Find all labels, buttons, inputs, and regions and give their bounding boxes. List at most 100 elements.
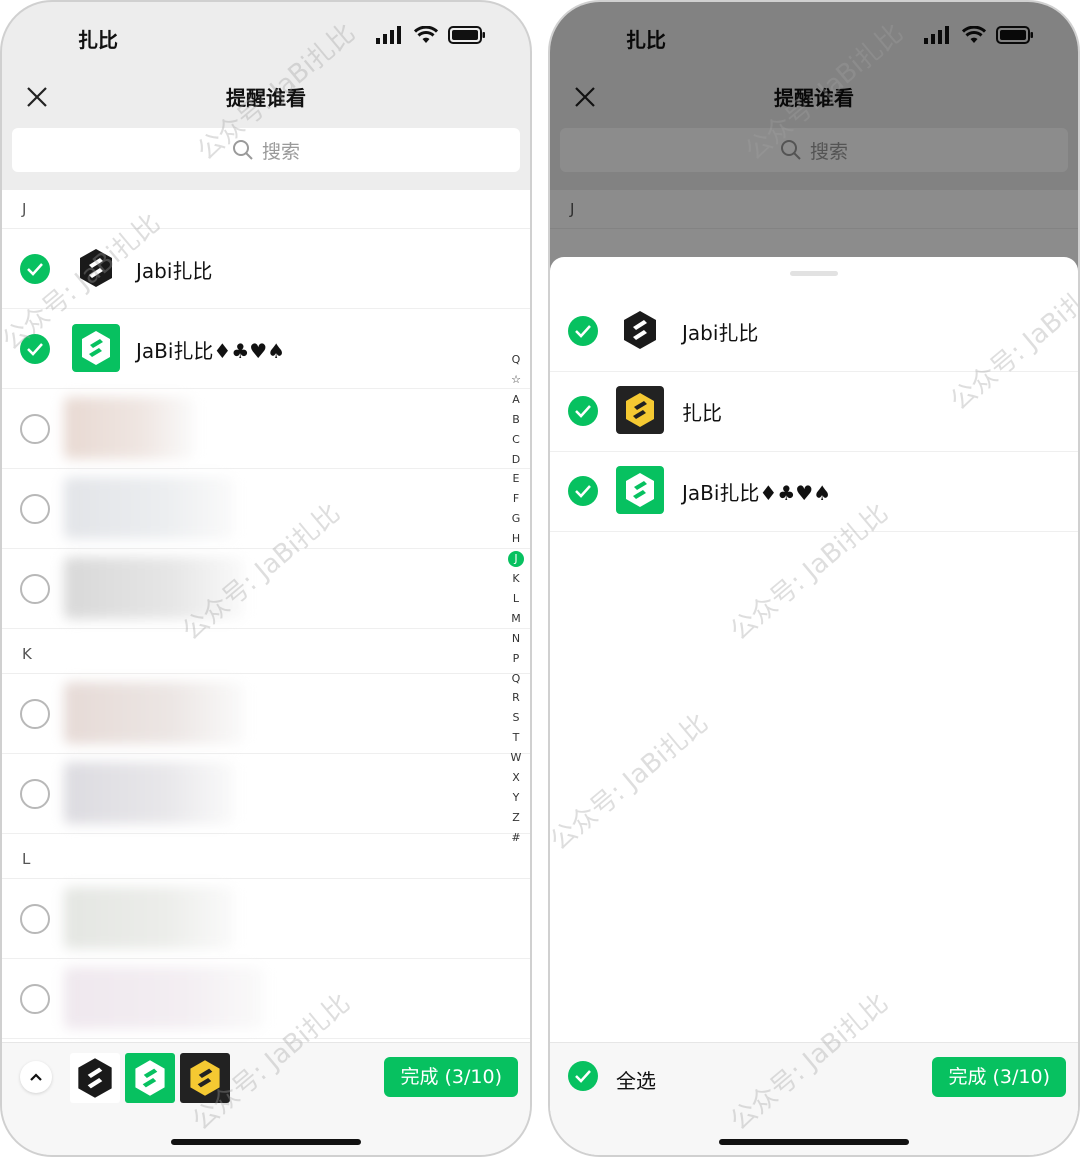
- page-title: 提醒谁看: [226, 86, 306, 110]
- blurred-contact: [64, 967, 264, 1029]
- checkbox-unchecked[interactable]: [20, 699, 50, 729]
- checkbox-unchecked[interactable]: [20, 984, 50, 1014]
- index-letter[interactable]: C: [508, 430, 524, 450]
- select-all-label[interactable]: 全选: [616, 1065, 656, 1094]
- drag-handle[interactable]: [790, 271, 838, 276]
- jabi-logo-yellow-icon: [180, 1053, 230, 1103]
- done-button[interactable]: 完成 (3/10): [384, 1057, 518, 1097]
- section-header-l: L: [2, 834, 530, 879]
- avatar-jabi-green: [616, 466, 664, 514]
- jabi-logo-yellow-icon: [616, 386, 664, 434]
- jabi-logo-green-icon: [125, 1053, 175, 1103]
- checkbox-checked[interactable]: [568, 396, 598, 426]
- contact-list[interactable]: J Jabi扎比 JaBi扎比♦♣♥♠ K L: [2, 190, 530, 1045]
- index-letter[interactable]: Z: [508, 808, 524, 828]
- selected-avatar-jabi-green[interactable]: [125, 1053, 175, 1103]
- home-indicator: [171, 1139, 361, 1145]
- index-letter[interactable]: T: [508, 728, 524, 748]
- contact-row-blurred[interactable]: [2, 959, 530, 1039]
- index-letter[interactable]: X: [508, 768, 524, 788]
- jabi-logo-dark-icon: [72, 244, 120, 292]
- index-letter[interactable]: A: [508, 390, 524, 410]
- blurred-contact: [64, 682, 244, 744]
- checkbox-checked[interactable]: [568, 476, 598, 506]
- selected-row[interactable]: 扎比: [550, 371, 1078, 452]
- index-letter[interactable]: Q: [508, 669, 524, 689]
- select-all-checkbox[interactable]: [568, 1061, 598, 1091]
- selected-row[interactable]: Jabi扎比: [550, 291, 1078, 372]
- checkbox-unchecked[interactable]: [20, 904, 50, 934]
- search-input[interactable]: 搜索: [12, 128, 520, 172]
- selected-avatar-jabi-dark[interactable]: [70, 1053, 120, 1103]
- avatar-jabi-yellow: [616, 386, 664, 434]
- index-letter[interactable]: ☆: [508, 370, 524, 390]
- right-phone-screen: 扎比 提醒谁看 搜索 J Jabi扎比 扎比 JaBi扎比♦♣♥♠ 全选 完成 …: [548, 0, 1080, 1157]
- expand-selection-button[interactable]: [20, 1061, 52, 1093]
- jabi-logo-dark-icon: [70, 1053, 120, 1103]
- blurred-contact: [64, 477, 234, 539]
- index-letter[interactable]: H: [508, 529, 524, 549]
- index-letter[interactable]: B: [508, 410, 524, 430]
- contact-row-blurred[interactable]: [2, 389, 530, 469]
- sheet-bottom-bar: 全选 完成 (3/10): [550, 1042, 1078, 1155]
- selection-bar: 完成 (3/10): [2, 1042, 530, 1155]
- index-letter[interactable]: L: [508, 589, 524, 609]
- checkbox-checked[interactable]: [20, 334, 50, 364]
- index-letter[interactable]: S: [508, 708, 524, 728]
- checkbox-unchecked[interactable]: [20, 574, 50, 604]
- contact-row[interactable]: Jabi扎比: [2, 229, 530, 309]
- search-placeholder: 搜索: [261, 140, 300, 163]
- contact-name: 扎比: [682, 401, 722, 425]
- battery-icon: [448, 26, 485, 44]
- section-header-j: J: [2, 190, 530, 229]
- dim-overlay[interactable]: [550, 2, 1078, 272]
- index-letter[interactable]: W: [508, 748, 524, 768]
- contact-name: Jabi扎比: [136, 259, 213, 283]
- index-letter[interactable]: M: [508, 609, 524, 629]
- contact-row-blurred[interactable]: [2, 549, 530, 629]
- contact-name: Jabi扎比: [682, 321, 759, 345]
- checkbox-checked[interactable]: [568, 316, 598, 346]
- jabi-logo-green-icon: [616, 466, 664, 514]
- checkbox-unchecked[interactable]: [20, 494, 50, 524]
- status-bar: 扎比: [2, 2, 530, 72]
- nav-bar: 提醒谁看: [2, 72, 530, 122]
- home-indicator: [719, 1139, 909, 1145]
- contact-row-blurred[interactable]: [2, 879, 530, 959]
- contact-row[interactable]: JaBi扎比♦♣♥♠: [2, 309, 530, 389]
- index-letter[interactable]: D: [508, 450, 524, 470]
- alphabet-index[interactable]: Q ☆ A B C D E F G H J K L M N P Q R S T W X Y Z #: [508, 350, 524, 848]
- index-letter[interactable]: Y: [508, 788, 524, 808]
- contact-row-blurred[interactable]: [2, 469, 530, 549]
- index-letter[interactable]: P: [508, 649, 524, 669]
- index-letter[interactable]: F: [508, 489, 524, 509]
- blurred-contact: [64, 762, 234, 824]
- status-carrier-name: 扎比: [78, 28, 118, 52]
- index-letter[interactable]: Q: [508, 350, 524, 370]
- wifi-icon: [414, 26, 438, 43]
- index-letter[interactable]: N: [508, 629, 524, 649]
- jabi-logo-dark-icon: [616, 306, 664, 354]
- index-letter[interactable]: R: [508, 688, 524, 708]
- avatar-jabi-green: [72, 324, 120, 372]
- contact-row-blurred[interactable]: [2, 754, 530, 834]
- index-letter[interactable]: E: [508, 469, 524, 489]
- index-letter[interactable]: J: [508, 549, 524, 569]
- checkbox-unchecked[interactable]: [20, 779, 50, 809]
- avatar-jabi-dark: [72, 244, 120, 292]
- checkbox-unchecked[interactable]: [20, 414, 50, 444]
- selected-avatar-jabi-yellow[interactable]: [180, 1053, 230, 1103]
- checkbox-checked[interactable]: [20, 254, 50, 284]
- blurred-contact: [64, 397, 194, 459]
- index-letter[interactable]: #: [508, 828, 524, 848]
- index-letter[interactable]: G: [508, 509, 524, 529]
- signal-icon: [376, 26, 401, 44]
- index-letter-current[interactable]: J: [508, 551, 524, 568]
- section-header-k: K: [2, 629, 530, 674]
- contact-row-blurred[interactable]: [2, 674, 530, 754]
- selected-row[interactable]: JaBi扎比♦♣♥♠: [550, 451, 1078, 532]
- index-letter[interactable]: K: [508, 569, 524, 589]
- left-phone-screen: 扎比 提醒谁看 搜索 J Jabi扎比 JaBi扎比♦♣♥♠ K L Q ☆ A…: [0, 0, 532, 1157]
- done-button[interactable]: 完成 (3/10): [932, 1057, 1066, 1097]
- selected-contacts-sheet: Jabi扎比 扎比 JaBi扎比♦♣♥♠: [550, 257, 1078, 1155]
